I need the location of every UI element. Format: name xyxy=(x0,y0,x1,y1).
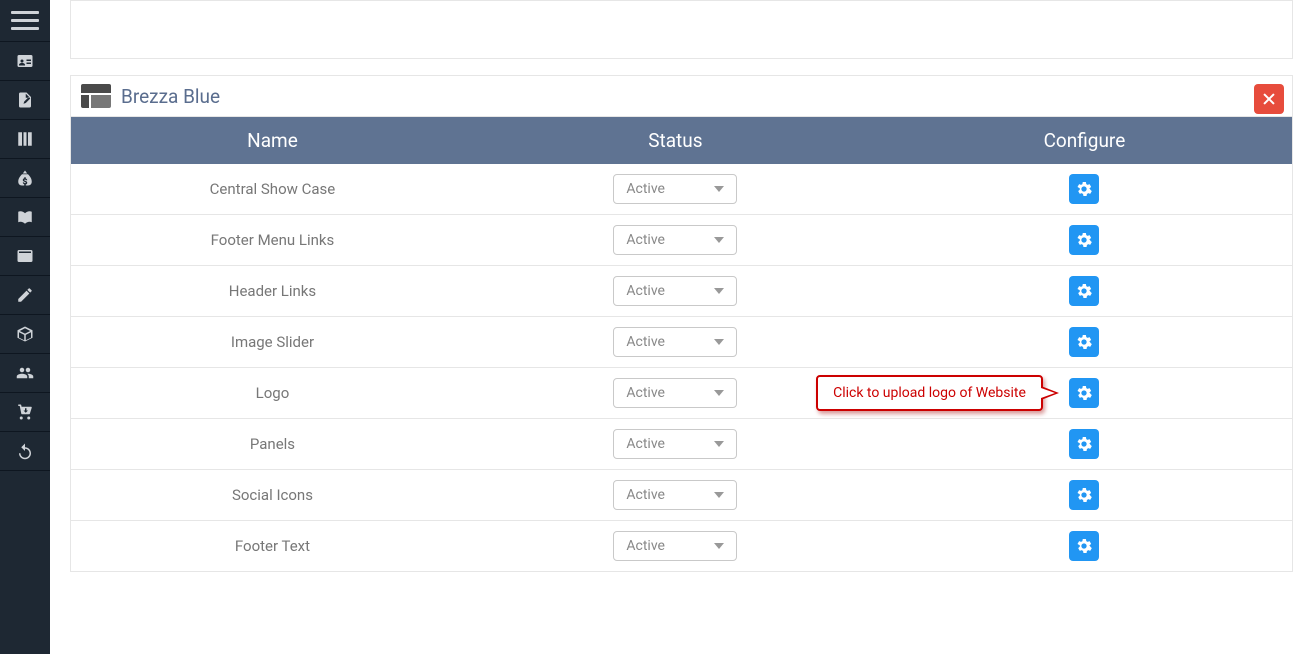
row-configure-cell xyxy=(877,317,1292,368)
row-name: Social Icons xyxy=(71,470,474,521)
status-value: Active xyxy=(626,283,714,299)
row-name: Panels xyxy=(71,419,474,470)
table-row: Footer Menu Links Active xyxy=(71,215,1292,266)
chevron-down-icon xyxy=(714,543,724,549)
nav-edit-flat[interactable] xyxy=(0,276,50,315)
status-value: Active xyxy=(626,538,714,554)
status-value: Active xyxy=(626,334,714,350)
header-name: Name xyxy=(71,117,474,164)
row-status-cell: Active xyxy=(474,470,877,521)
status-select[interactable]: Active xyxy=(613,531,737,561)
panel-title: Brezza Blue xyxy=(121,85,220,108)
row-configure-cell xyxy=(877,164,1292,215)
header-status: Status xyxy=(474,117,877,164)
table-row: Header Links Active xyxy=(71,266,1292,317)
close-button[interactable] xyxy=(1254,84,1284,114)
gear-icon xyxy=(1076,385,1092,401)
chevron-down-icon xyxy=(714,237,724,243)
template-icon xyxy=(81,84,111,108)
status-value: Active xyxy=(626,232,714,248)
row-configure-cell xyxy=(877,419,1292,470)
row-configure-cell xyxy=(877,215,1292,266)
status-value: Active xyxy=(626,385,714,401)
configure-button[interactable] xyxy=(1069,174,1099,204)
nav-card[interactable] xyxy=(0,237,50,276)
panel-header: Brezza Blue xyxy=(71,76,1292,117)
nav-book[interactable] xyxy=(0,198,50,237)
row-status-cell: Active xyxy=(474,521,877,572)
table-row: Logo Active Click to upload logo of Websit… xyxy=(71,368,1292,419)
hamburger-menu[interactable] xyxy=(0,0,50,42)
row-status-cell: Active xyxy=(474,266,877,317)
row-configure-cell xyxy=(877,521,1292,572)
row-name: Header Links xyxy=(71,266,474,317)
chevron-down-icon xyxy=(714,390,724,396)
status-select[interactable]: Active xyxy=(613,327,737,357)
gear-icon xyxy=(1076,436,1092,452)
row-status-cell: Active xyxy=(474,419,877,470)
table-row: Social Icons Active xyxy=(71,470,1292,521)
gear-icon xyxy=(1076,232,1092,248)
row-name: Logo xyxy=(71,368,474,419)
table-row: Image Slider Active xyxy=(71,317,1292,368)
chevron-down-icon xyxy=(714,441,724,447)
row-configure-cell xyxy=(877,266,1292,317)
row-status-cell: Active xyxy=(474,164,877,215)
chevron-down-icon xyxy=(714,288,724,294)
status-select[interactable]: Active xyxy=(613,225,737,255)
table-row: Footer Text Active xyxy=(71,521,1292,572)
row-name: Footer Text xyxy=(71,521,474,572)
template-panel: Brezza Blue Name Status Configure Centra… xyxy=(70,75,1293,572)
nav-undo[interactable] xyxy=(0,432,50,471)
top-empty-panel xyxy=(70,0,1293,59)
status-value: Active xyxy=(626,181,714,197)
table-row: Panels Active xyxy=(71,419,1292,470)
gear-icon xyxy=(1076,283,1092,299)
nav-box[interactable] xyxy=(0,315,50,354)
row-name: Footer Menu Links xyxy=(71,215,474,266)
row-status-cell: Active xyxy=(474,317,877,368)
nav-cart-down[interactable] xyxy=(0,393,50,432)
status-select[interactable]: Active xyxy=(613,378,737,408)
table-row: Central Show Case Active xyxy=(71,164,1292,215)
nav-columns[interactable] xyxy=(0,120,50,159)
sidebar xyxy=(0,0,50,654)
header-configure: Configure xyxy=(877,117,1292,164)
row-status-cell: Active xyxy=(474,215,877,266)
gear-icon xyxy=(1076,334,1092,350)
configure-button[interactable] xyxy=(1069,225,1099,255)
nav-users[interactable] xyxy=(0,354,50,393)
status-select[interactable]: Active xyxy=(613,429,737,459)
status-value: Active xyxy=(626,436,714,452)
callout-tooltip: Click to upload logo of Website xyxy=(816,375,1043,411)
row-configure-cell: Click to upload logo of Website xyxy=(877,368,1292,419)
status-select[interactable]: Active xyxy=(613,174,737,204)
nav-id-card[interactable] xyxy=(0,42,50,81)
config-table: Name Status Configure Central Show Case A… xyxy=(71,117,1292,571)
main-content: Brezza Blue Name Status Configure Centra… xyxy=(50,0,1313,654)
configure-button[interactable] xyxy=(1069,480,1099,510)
gear-icon xyxy=(1076,181,1092,197)
gear-icon xyxy=(1076,487,1092,503)
chevron-down-icon xyxy=(714,186,724,192)
row-name: Central Show Case xyxy=(71,164,474,215)
gear-icon xyxy=(1076,538,1092,554)
chevron-down-icon xyxy=(714,339,724,345)
status-select[interactable]: Active xyxy=(613,276,737,306)
status-value: Active xyxy=(626,487,714,503)
configure-button[interactable] xyxy=(1069,327,1099,357)
chevron-down-icon xyxy=(714,492,724,498)
configure-button[interactable] xyxy=(1069,378,1099,408)
configure-button[interactable] xyxy=(1069,276,1099,306)
row-name: Image Slider xyxy=(71,317,474,368)
nav-money-bag[interactable] xyxy=(0,159,50,198)
row-configure-cell xyxy=(877,470,1292,521)
configure-button[interactable] xyxy=(1069,429,1099,459)
configure-button[interactable] xyxy=(1069,531,1099,561)
nav-edit-doc[interactable] xyxy=(0,81,50,120)
status-select[interactable]: Active xyxy=(613,480,737,510)
